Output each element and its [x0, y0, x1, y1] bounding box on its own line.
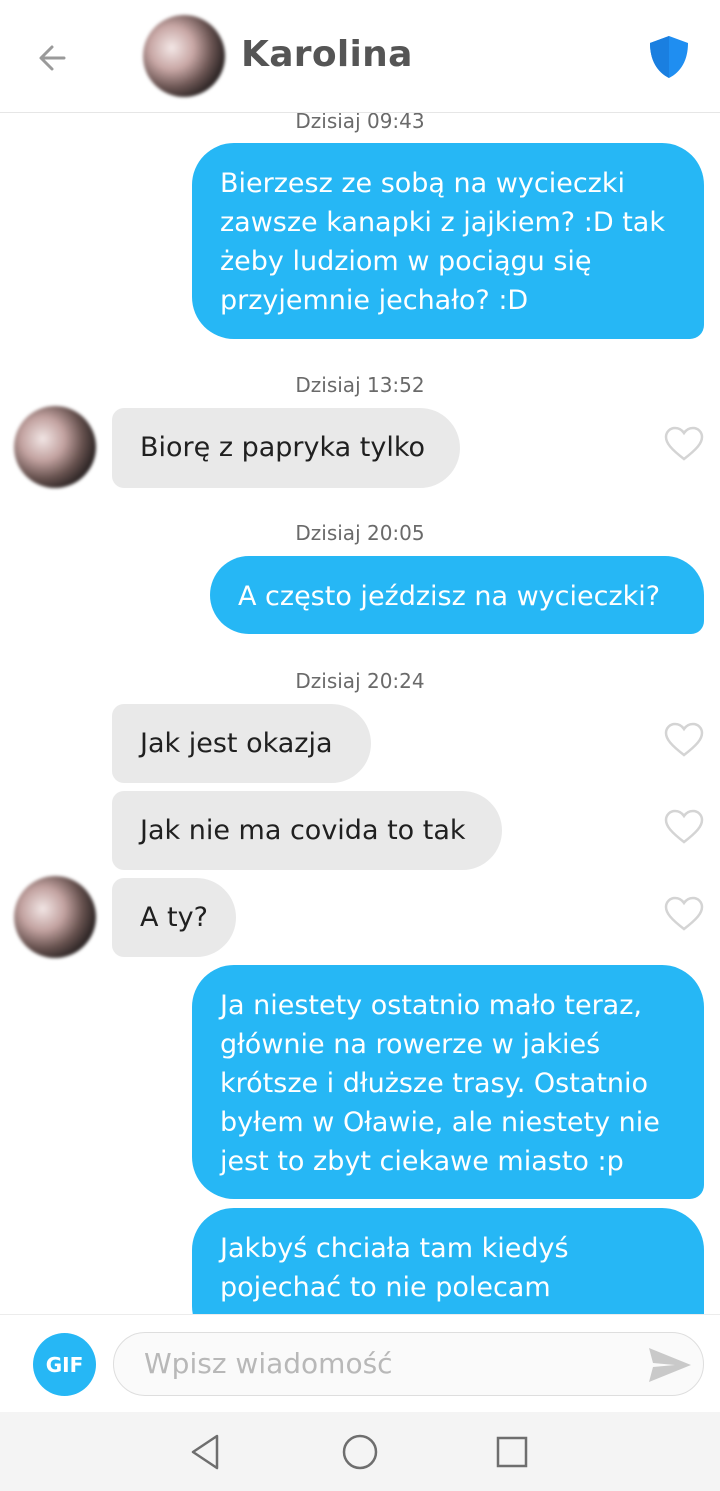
gif-button[interactable]: GIF — [33, 1333, 96, 1396]
outgoing-message[interactable]: Jakbyś chciała tam kiedyś pojechać to ni… — [192, 1208, 704, 1314]
shield-icon[interactable] — [648, 34, 690, 80]
heart-icon[interactable] — [664, 426, 704, 462]
outgoing-message[interactable]: A często jeździsz na wycieczki? — [210, 556, 704, 634]
timestamp: Dzisiaj 20:24 — [295, 669, 425, 693]
nav-home-icon[interactable] — [339, 1431, 381, 1473]
timestamp: Dzisiaj 09:43 — [295, 112, 425, 133]
message-input[interactable]: Wpisz wiadomość — [113, 1332, 704, 1396]
message-thread[interactable]: Dzisiaj 09:43 Bierzesz ze sobą na wyciec… — [0, 112, 720, 1314]
system-navigation-bar — [0, 1412, 720, 1491]
heart-icon[interactable] — [664, 896, 704, 932]
contact-name[interactable]: Karolina — [241, 34, 413, 75]
back-arrow-icon[interactable] — [34, 36, 78, 80]
contact-avatar[interactable] — [14, 406, 96, 488]
contact-avatar[interactable] — [14, 876, 96, 958]
send-icon[interactable] — [647, 1345, 693, 1385]
timestamp: Dzisiaj 20:05 — [295, 521, 425, 545]
outgoing-message[interactable]: Ja niestety ostatnio mało teraz, głównie… — [192, 965, 704, 1199]
incoming-message[interactable]: A ty? — [112, 878, 236, 957]
contact-avatar[interactable] — [143, 15, 225, 97]
nav-back-icon[interactable] — [185, 1431, 227, 1473]
timestamp: Dzisiaj 13:52 — [295, 373, 425, 397]
incoming-message[interactable]: Jak nie ma covida to tak — [112, 791, 502, 870]
heart-icon[interactable] — [664, 809, 704, 845]
outgoing-message[interactable]: Bierzesz ze sobą na wycieczki zawsze kan… — [192, 143, 704, 339]
message-placeholder: Wpisz wiadomość — [144, 1347, 393, 1380]
heart-icon[interactable] — [664, 722, 704, 758]
nav-recents-icon[interactable] — [491, 1431, 533, 1473]
chat-header: Karolina — [0, 0, 720, 113]
incoming-message[interactable]: Jak jest okazja — [112, 704, 371, 783]
incoming-message[interactable]: Biorę z papryka tylko — [112, 408, 460, 488]
message-composer: GIF Wpisz wiadomość — [0, 1314, 720, 1413]
